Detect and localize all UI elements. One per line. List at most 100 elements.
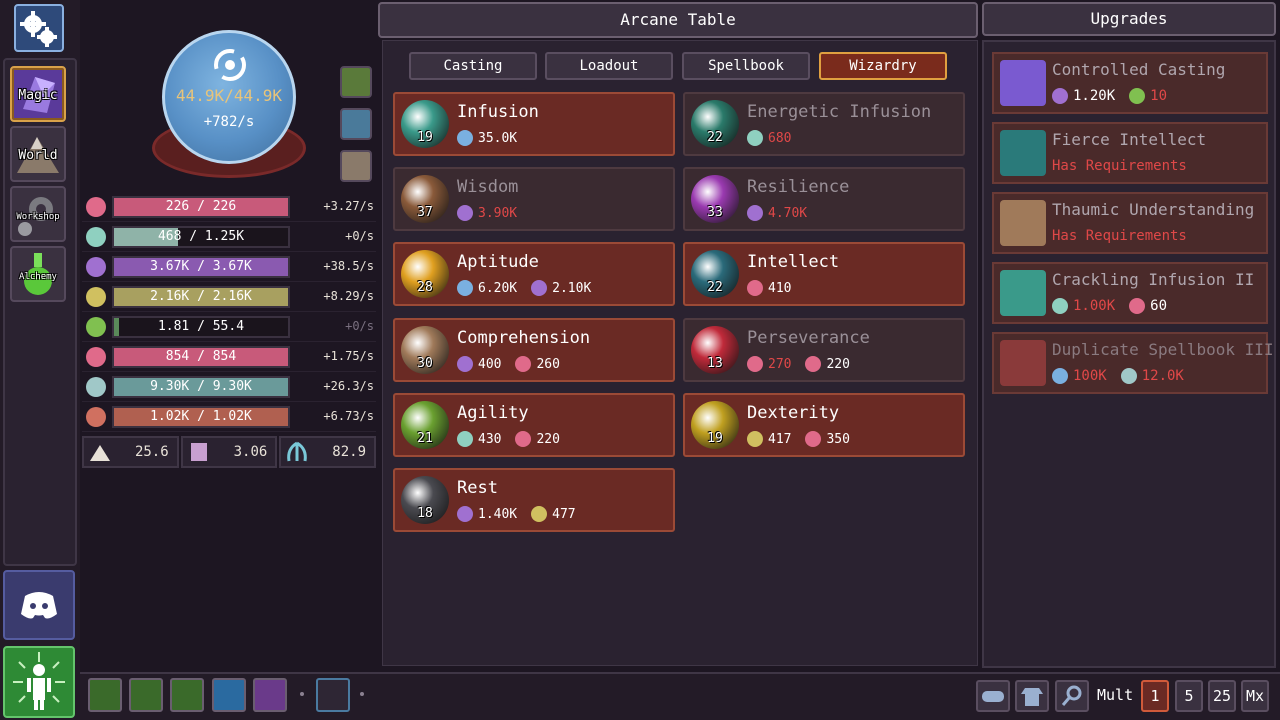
upgrade-name: Duplicate Spellbook III bbox=[1052, 340, 1274, 359]
tab-loadout[interactable]: Loadout bbox=[545, 52, 673, 80]
mini-stat-tentacle: 82.9 bbox=[279, 436, 377, 468]
spell-cost: 270 bbox=[747, 356, 791, 372]
lotus-icon bbox=[457, 356, 473, 372]
spell-card[interactable]: 33 Resilience 4.70K bbox=[683, 167, 965, 231]
search-button[interactable] bbox=[1055, 680, 1089, 712]
spell-cost: 430 bbox=[457, 431, 501, 447]
resource-row: 468 / 1.25K +0/s bbox=[82, 222, 376, 252]
spell-cost: 6.20K bbox=[457, 280, 517, 296]
resource-bar: 854 / 854 bbox=[112, 346, 290, 368]
resource-max: 2.16K bbox=[212, 289, 252, 304]
spell-card[interactable]: 22 Energetic Infusion 680 bbox=[683, 92, 965, 156]
leaf-ring-icon bbox=[86, 287, 106, 307]
heart-triad-icon bbox=[86, 347, 106, 367]
upgrade-costs: 1.00K 60 bbox=[1052, 298, 1167, 314]
spell-cost-value: 260 bbox=[536, 356, 560, 372]
nav-workshop-button[interactable]: Workshop bbox=[10, 186, 66, 242]
tab-casting[interactable]: Casting bbox=[409, 52, 537, 80]
upgrade-card[interactable]: Thaumic Understanding Has Requirements bbox=[992, 192, 1268, 254]
quick-slot-spiral-3[interactable] bbox=[170, 678, 204, 712]
nav-magic-button[interactable]: Magic bbox=[10, 66, 66, 122]
resource-current: 9.30K bbox=[150, 379, 190, 394]
leaf-ring-icon bbox=[747, 431, 763, 447]
nav-alchemy-button[interactable]: Alchemy bbox=[10, 246, 66, 302]
spell-cost-value: 477 bbox=[552, 506, 576, 522]
resource-amount: 1.02K / 1.02K bbox=[150, 409, 252, 424]
settings-button[interactable] bbox=[14, 4, 64, 52]
discord-button[interactable] bbox=[3, 570, 75, 640]
quick-slot-quill[interactable] bbox=[253, 678, 287, 712]
cube-icon bbox=[86, 377, 106, 397]
upgrade-card[interactable]: Duplicate Spellbook III 100K 12.0K bbox=[992, 332, 1274, 394]
spell-cost-value: 350 bbox=[826, 431, 850, 447]
resource-max: 55.4 bbox=[212, 319, 245, 334]
heart-triad-icon bbox=[747, 356, 763, 372]
spell-card[interactable]: 19 Infusion 35.0K bbox=[393, 92, 675, 156]
resource-row: 1.02K / 1.02K +6.73/s bbox=[82, 402, 376, 432]
spell-cost: 400 bbox=[457, 356, 501, 372]
spell-card[interactable]: 21 Agility 430 220 bbox=[393, 393, 675, 457]
mana-orb-area: 44.9K/44.9K +782/s bbox=[82, 0, 378, 190]
spell-card[interactable]: 22 Intellect 410 bbox=[683, 242, 965, 306]
mult-5-button[interactable]: 5 bbox=[1175, 680, 1203, 712]
upgrade-card[interactable]: Fierce Intellect Has Requirements bbox=[992, 122, 1268, 184]
spell-card[interactable]: 37 Wisdom 3.90K bbox=[393, 167, 675, 231]
resource-rate: +6.73/s bbox=[323, 409, 374, 423]
nav-world-button[interactable]: World bbox=[10, 126, 66, 182]
spell-card[interactable]: 28 Aptitude 6.20K 2.10K bbox=[393, 242, 675, 306]
mana-rate: +782/s bbox=[203, 114, 255, 130]
spell-cost-value: 430 bbox=[478, 431, 502, 447]
spell-name: Comprehension bbox=[457, 328, 591, 348]
resource-bar: 3.67K / 3.67K bbox=[112, 256, 290, 278]
spell-cost-value: 3.90K bbox=[478, 205, 518, 221]
mana-value: 44.9K/44.9K bbox=[176, 86, 282, 105]
discord-icon bbox=[21, 592, 57, 619]
spellbook-scroll-button[interactable] bbox=[340, 150, 372, 182]
star-burst-icon bbox=[747, 130, 763, 146]
shirt-button[interactable] bbox=[1015, 680, 1049, 712]
cube-icon bbox=[1120, 368, 1137, 384]
spell-cost: 260 bbox=[515, 356, 560, 372]
tab-spellbook[interactable]: Spellbook bbox=[682, 52, 810, 80]
spell-cost-value: 220 bbox=[536, 431, 560, 447]
spell-costs: 430 220 bbox=[457, 431, 560, 447]
spell-name: Wisdom bbox=[457, 177, 519, 197]
spell-card[interactable]: 19 Dexterity 417 350 bbox=[683, 393, 965, 457]
mini-stat-value: 82.9 bbox=[332, 444, 367, 460]
lotus-icon bbox=[457, 205, 473, 221]
spell-costs: 410 bbox=[747, 280, 791, 296]
quick-slot-spiral-1[interactable] bbox=[88, 678, 122, 712]
spellbook-green-button[interactable] bbox=[340, 66, 372, 98]
upgrade-card[interactable]: Crackling Infusion II 1.00K 60 bbox=[992, 262, 1268, 324]
mult-max-button[interactable]: Mx bbox=[1241, 680, 1269, 712]
upgrade-cost: 10 bbox=[1129, 88, 1167, 104]
resource-max: 226 bbox=[212, 199, 237, 214]
spell-name: Rest bbox=[457, 478, 498, 498]
quick-slot-tool[interactable] bbox=[316, 678, 350, 712]
quick-slot-wave[interactable] bbox=[212, 678, 246, 712]
upgrade-card[interactable]: Controlled Casting 1.20K 10 bbox=[992, 52, 1268, 114]
spell-card[interactable]: 13 Perseverance 270 220 bbox=[683, 318, 965, 382]
upgrade-name: Crackling Infusion II bbox=[1052, 270, 1255, 289]
spell-cost-value: 35.0K bbox=[478, 130, 518, 146]
mini-stat-value: 25.6 bbox=[134, 444, 169, 460]
upgrade-name: Fierce Intellect bbox=[1052, 130, 1207, 149]
gamepad-button[interactable] bbox=[976, 680, 1010, 712]
character-button[interactable] bbox=[3, 646, 75, 718]
tab-wizardry[interactable]: Wizardry bbox=[819, 52, 947, 80]
upgrade-icon bbox=[1000, 200, 1046, 246]
spellbook-blue-button[interactable] bbox=[340, 108, 372, 140]
upgrades-title: Upgrades bbox=[982, 2, 1276, 36]
heart-triad-icon bbox=[515, 356, 532, 372]
spell-card[interactable]: 30 Comprehension 400 260 bbox=[393, 318, 675, 382]
spell-level: 22 bbox=[707, 280, 723, 295]
mult-25-button[interactable]: 25 bbox=[1208, 680, 1236, 712]
spell-card[interactable]: 18 Rest 1.40K 477 bbox=[393, 468, 675, 532]
upgrade-cost: 1.20K bbox=[1052, 88, 1115, 104]
spell-cost-value: 417 bbox=[768, 431, 792, 447]
upgrade-costs: 1.20K 10 bbox=[1052, 88, 1167, 104]
quick-slot-spiral-2[interactable] bbox=[129, 678, 163, 712]
mult-1-button[interactable]: 1 bbox=[1141, 680, 1169, 712]
resource-amount: 2.16K / 2.16K bbox=[150, 289, 252, 304]
resource-current: 468 bbox=[157, 229, 182, 244]
